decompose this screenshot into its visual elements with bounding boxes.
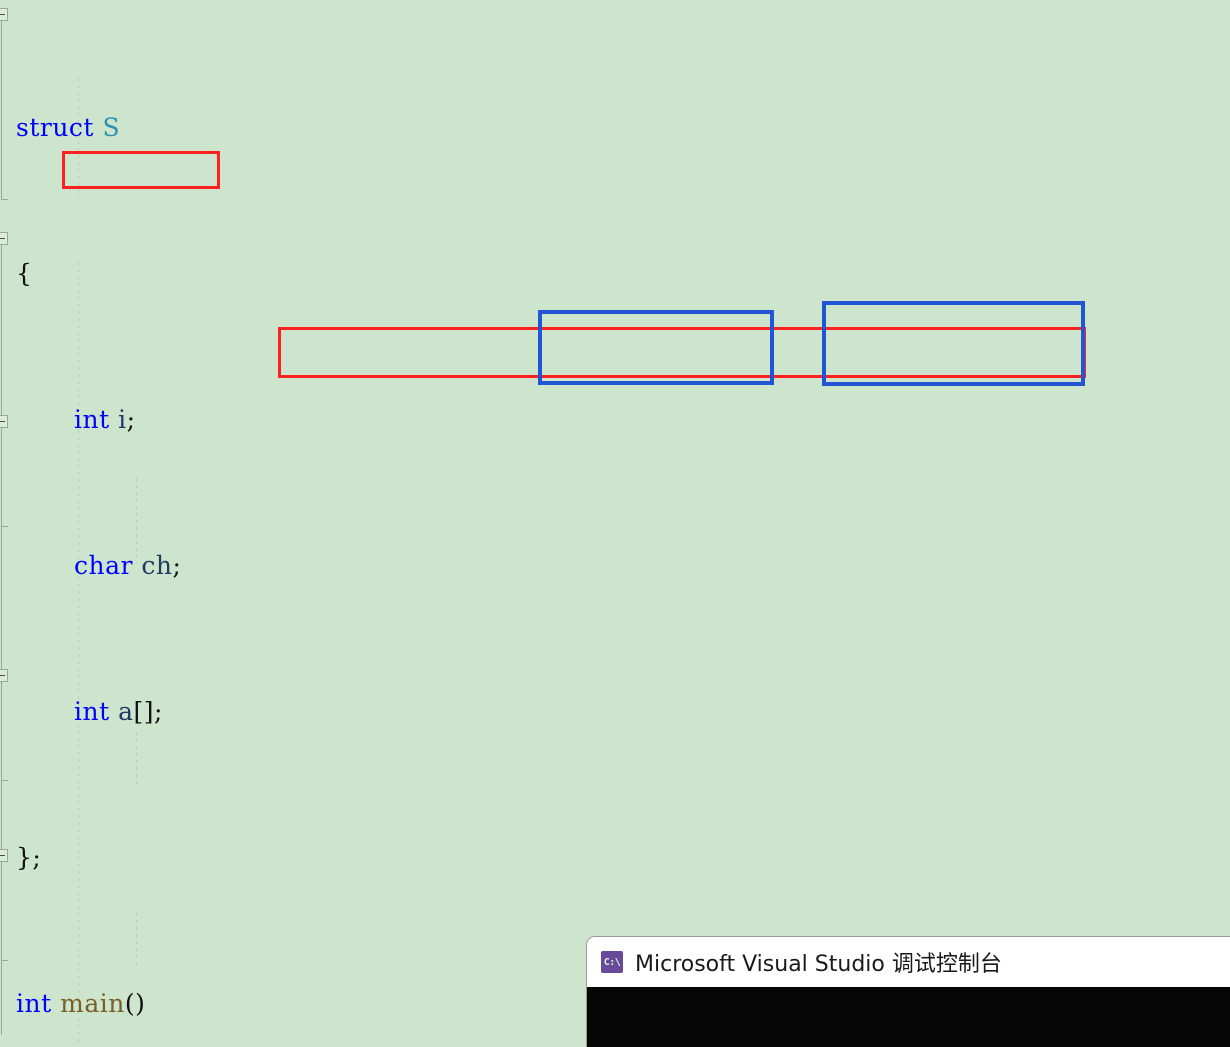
token-keyword: int [74, 404, 110, 434]
code-line[interactable]: }; [0, 840, 1230, 877]
code-line[interactable]: { [0, 256, 1230, 293]
token-keyword: int [16, 988, 52, 1018]
token-keyword: char [74, 550, 133, 580]
console-title-text: Microsoft Visual Studio 调试控制台 [635, 952, 1002, 977]
token-keyword: struct [16, 112, 94, 142]
debug-console-window[interactable]: C:\ Microsoft Visual Studio 调试控制台 8 10 c… [586, 936, 1230, 1047]
code-line[interactable]: char ch; [0, 548, 1230, 585]
console-output: 8 10 c 0 1 2 3 4 5 6 7 8 9 [587, 987, 1230, 1047]
token-brace: { [16, 258, 33, 288]
token-identifier: ch [141, 550, 173, 580]
token-type: S [102, 112, 121, 142]
cmd-icon: C:\ [601, 951, 623, 973]
code-text[interactable]: struct S { int i; char ch; int a[]; }; i… [0, 0, 1230, 1047]
code-line[interactable]: int i; [0, 402, 1230, 439]
code-editor-surface[interactable]: struct S { int i; char ch; int a[]; }; i… [0, 0, 1230, 1047]
token-brace: }; [16, 842, 42, 872]
token-function: main [60, 988, 125, 1018]
code-line[interactable]: int a[]; [0, 694, 1230, 731]
token-identifier: a [118, 696, 134, 726]
console-title-bar[interactable]: C:\ Microsoft Visual Studio 调试控制台 [587, 937, 1230, 987]
token-keyword: int [74, 696, 110, 726]
code-line[interactable]: struct S [0, 110, 1230, 147]
token-identifier: i [118, 404, 127, 434]
